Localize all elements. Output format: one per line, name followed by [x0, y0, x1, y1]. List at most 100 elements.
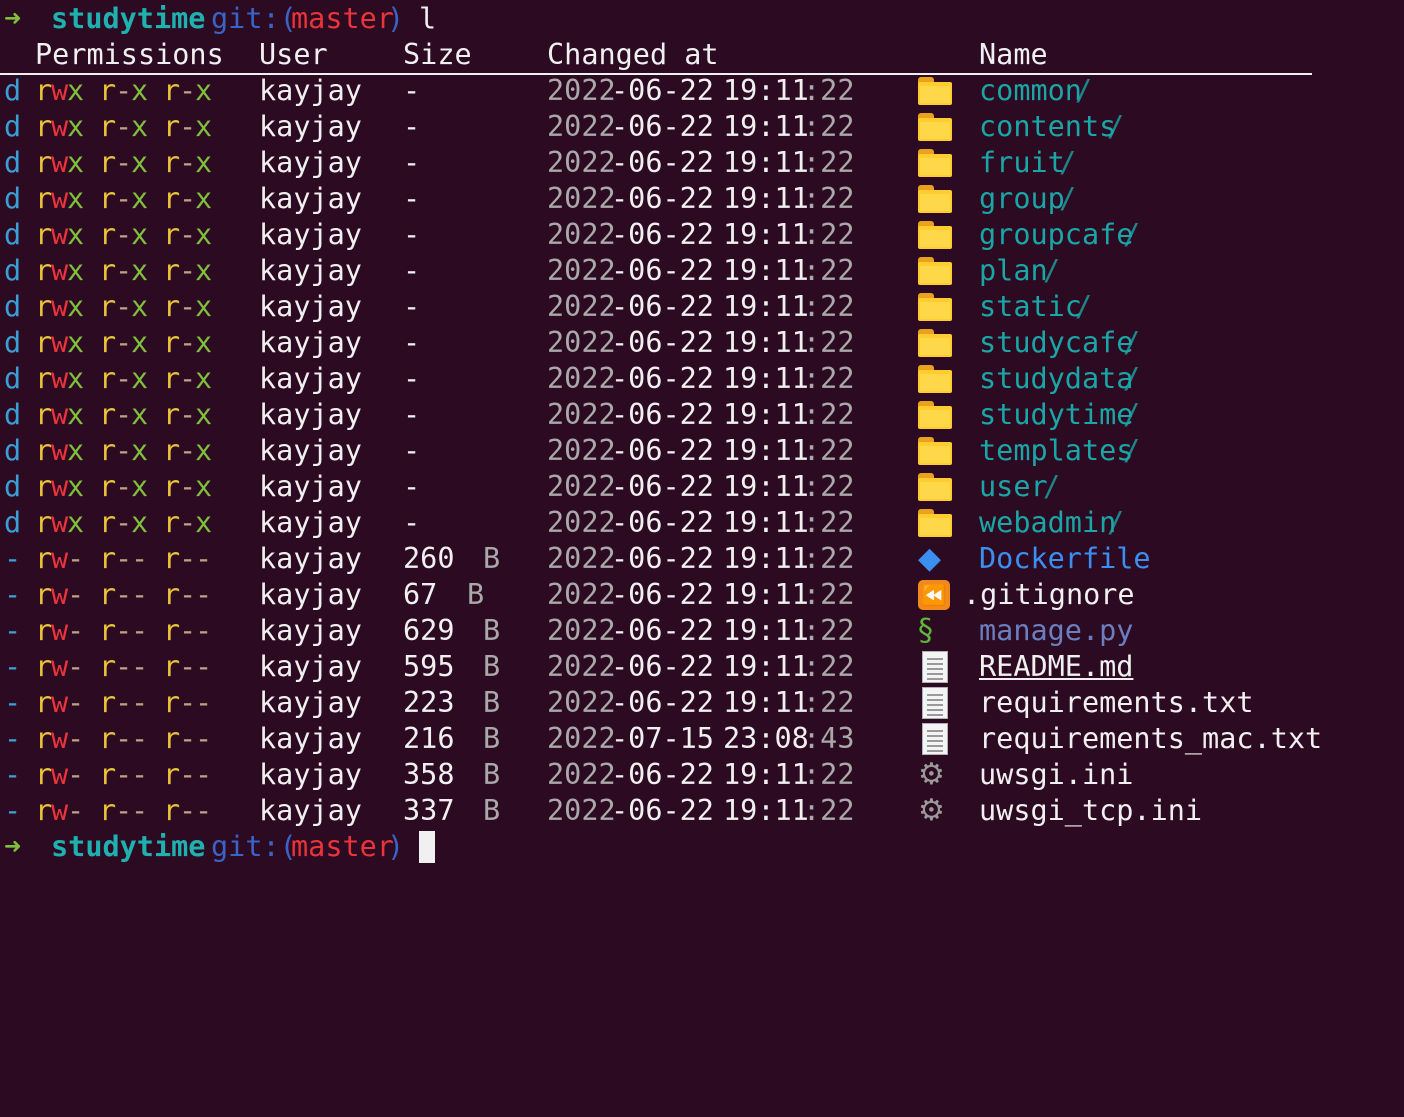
file-size: -	[403, 434, 421, 467]
permission-bit: w	[51, 614, 69, 647]
permission-bit: w	[51, 182, 69, 215]
file-name[interactable]: studytime	[979, 397, 1133, 433]
permission-bit: -	[67, 686, 85, 719]
date-month-day: -06-22	[611, 506, 714, 539]
permission-bit: r	[99, 362, 117, 395]
permission-bit: x	[131, 74, 149, 107]
permission-bit: -	[67, 758, 85, 791]
permission-type: d	[4, 326, 22, 359]
file-name[interactable]: manage.py	[979, 613, 1133, 649]
file-name[interactable]: plan	[979, 253, 1048, 289]
file-size-unit: B	[483, 650, 501, 683]
date-year: 2022	[547, 434, 616, 467]
permission-bit: -	[67, 578, 85, 611]
time-seconds: :22	[803, 686, 855, 719]
listing-row: d r w x r - x r - x kayjay -2022 -06-22 19:11:22 study…	[0, 325, 1404, 361]
text-cursor[interactable]	[419, 831, 435, 863]
file-name[interactable]: contents	[979, 109, 1116, 145]
permission-bit: -	[115, 650, 133, 683]
date-month-day: -06-22	[611, 146, 714, 179]
file-name[interactable]: uwsgi.ini	[979, 757, 1133, 793]
directory-slash: /	[1043, 470, 1061, 503]
file-name[interactable]: .gitignore	[963, 577, 1135, 613]
file-name[interactable]: webadmin	[979, 505, 1116, 541]
permission-bit: -	[179, 290, 197, 323]
permission-bit: r	[99, 794, 117, 827]
permission-bit: r	[163, 470, 181, 503]
permission-bit: w	[51, 146, 69, 179]
listing-row: d r w x r - x r - x kayjay -2022 -06-22 19:11:22 study…	[0, 361, 1404, 397]
permission-bit: r	[163, 326, 181, 359]
date-year: 2022	[547, 506, 616, 539]
permission-bit: -	[179, 758, 197, 791]
file-owner: kayjay	[259, 182, 362, 215]
permission-bit: r	[163, 74, 181, 107]
folder-icon	[918, 437, 952, 465]
permission-bit: -	[115, 74, 133, 107]
permission-bit: -	[131, 758, 149, 791]
file-name[interactable]: user	[979, 469, 1048, 505]
date-year: 2022	[547, 614, 616, 647]
permission-bit: -	[115, 398, 133, 431]
file-name[interactable]: static	[979, 289, 1082, 325]
file-name[interactable]: requirements.txt	[979, 685, 1254, 721]
permission-bit: r	[163, 686, 181, 719]
permission-type: -	[4, 722, 22, 755]
permission-bit: -	[195, 650, 213, 683]
permission-bit: r	[99, 506, 117, 539]
header-size: Size	[403, 38, 472, 71]
permission-bit: r	[35, 290, 53, 323]
file-name[interactable]: README.md	[979, 649, 1133, 685]
header-name: Name	[979, 38, 1048, 71]
prompt-git-close: )	[387, 2, 405, 35]
permission-bit: x	[67, 182, 85, 215]
permission-bit: x	[195, 254, 213, 287]
permission-bit: x	[67, 398, 85, 431]
directory-slash: /	[1043, 254, 1061, 287]
time-seconds: :22	[803, 218, 855, 251]
permission-bit: x	[67, 218, 85, 251]
file-name[interactable]: uwsgi_tcp.ini	[979, 793, 1202, 829]
file-name[interactable]: templates	[979, 433, 1133, 469]
file-name[interactable]: common	[979, 73, 1082, 109]
permission-bit: -	[179, 722, 197, 755]
file-name[interactable]: studydata	[979, 361, 1133, 397]
date-month-day: -06-22	[611, 326, 714, 359]
file-name[interactable]: requirements_mac.txt	[979, 721, 1322, 757]
date-month-day: -06-22	[611, 578, 714, 611]
prompt-line-bottom[interactable]: ➜ studytime git:( master )	[0, 829, 1404, 865]
header-permissions: Permissions	[35, 38, 224, 71]
file-name[interactable]: group	[979, 181, 1065, 217]
folder-icon	[918, 473, 952, 501]
date-year: 2022	[547, 542, 616, 575]
permission-bit: -	[131, 542, 149, 575]
time-hour-minute: 19:11	[723, 686, 809, 719]
terminal-window[interactable]: ➜ studytime git:( master ) l Permissions…	[0, 0, 1404, 865]
time-seconds: :22	[803, 542, 855, 575]
time-seconds: :22	[803, 146, 855, 179]
date-year: 2022	[547, 254, 616, 287]
permission-type: d	[4, 146, 22, 179]
time-seconds: :22	[803, 290, 855, 323]
permission-bit: x	[195, 434, 213, 467]
file-name[interactable]: studycafe	[979, 325, 1133, 361]
time-hour-minute: 19:11	[723, 794, 809, 827]
permission-bit: x	[195, 146, 213, 179]
permission-bit: -	[115, 506, 133, 539]
prompt-git-open: git:(	[211, 2, 297, 35]
permission-bit: r	[35, 182, 53, 215]
date-month-day: -06-22	[611, 182, 714, 215]
file-owner: kayjay	[259, 398, 362, 431]
date-year: 2022	[547, 74, 616, 107]
prompt-branch: master	[291, 2, 394, 35]
listing-row: d r w x r - x r - x kayjay -2022 -06-22 19:11:22 stati…	[0, 289, 1404, 325]
permission-bit: w	[51, 686, 69, 719]
permission-type: d	[4, 398, 22, 431]
file-name[interactable]: fruit	[979, 145, 1065, 181]
permission-bit: -	[115, 362, 133, 395]
permission-bit: x	[195, 74, 213, 107]
file-name[interactable]: Dockerfile	[979, 541, 1151, 577]
listing-row: d r w x r - x r - x kayjay -2022 -06-22 19:11:22 plan /	[0, 253, 1404, 289]
file-name[interactable]: groupcafe	[979, 217, 1133, 253]
permission-bit: w	[51, 794, 69, 827]
